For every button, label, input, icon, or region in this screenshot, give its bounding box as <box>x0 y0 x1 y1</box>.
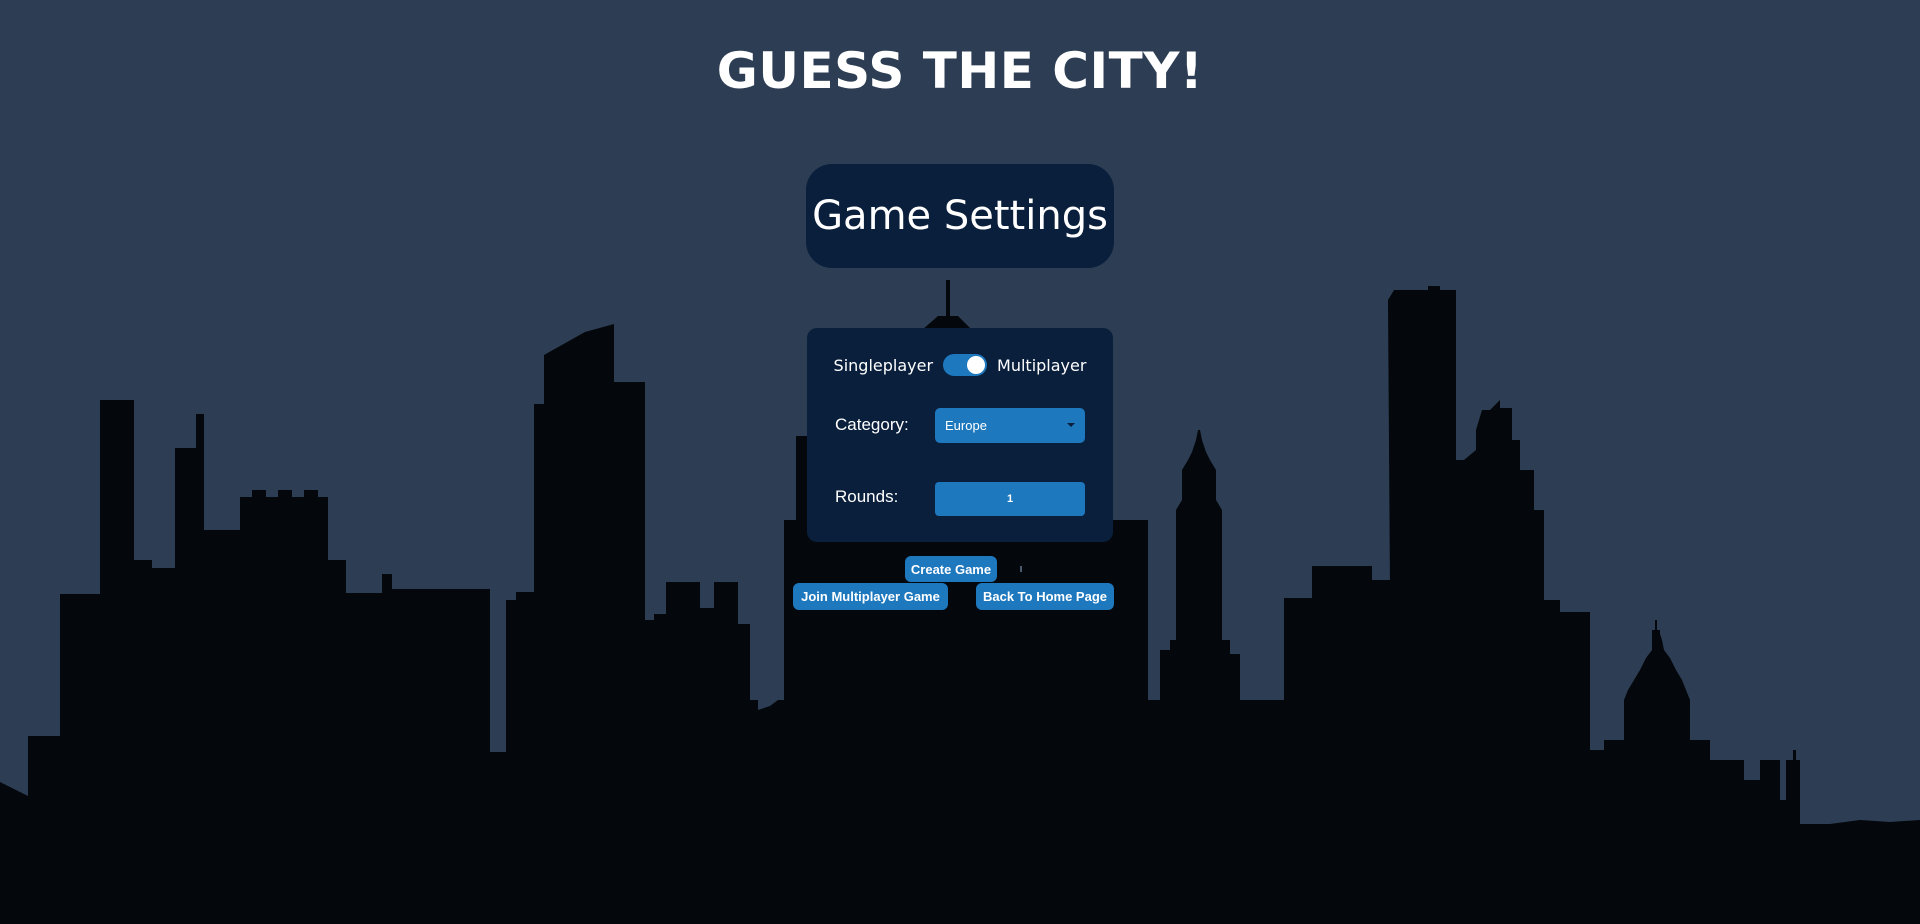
toggle-knob <box>967 356 986 374</box>
mode-toggle-row: Singleplayer Multiplayer <box>807 354 1113 376</box>
back-to-home-page-button[interactable]: Back To Home Page <box>976 583 1114 610</box>
page-title: GUESS THE CITY! <box>716 42 1204 100</box>
game-settings-header: Game Settings <box>806 164 1114 268</box>
chevron-down-icon <box>1067 423 1075 427</box>
category-select[interactable]: Europe <box>935 408 1085 443</box>
divider-mark <box>1020 566 1022 572</box>
rounds-input[interactable]: 1 <box>935 482 1085 516</box>
rounds-value: 1 <box>1006 493 1014 505</box>
create-game-button[interactable]: Create Game <box>905 556 997 582</box>
mode-toggle-switch[interactable] <box>943 354 988 376</box>
game-settings-title: Game Settings <box>812 193 1108 239</box>
join-multiplayer-game-button[interactable]: Join Multiplayer Game <box>793 583 948 610</box>
singleplayer-label: Singleplayer <box>833 355 934 375</box>
rounds-label: Rounds: <box>835 487 899 506</box>
settings-panel: Singleplayer Multiplayer Category: Europ… <box>807 328 1113 542</box>
multiplayer-label: Multiplayer <box>997 355 1087 375</box>
category-label: Category: <box>835 415 909 434</box>
category-selected-value: Europe <box>945 418 987 433</box>
